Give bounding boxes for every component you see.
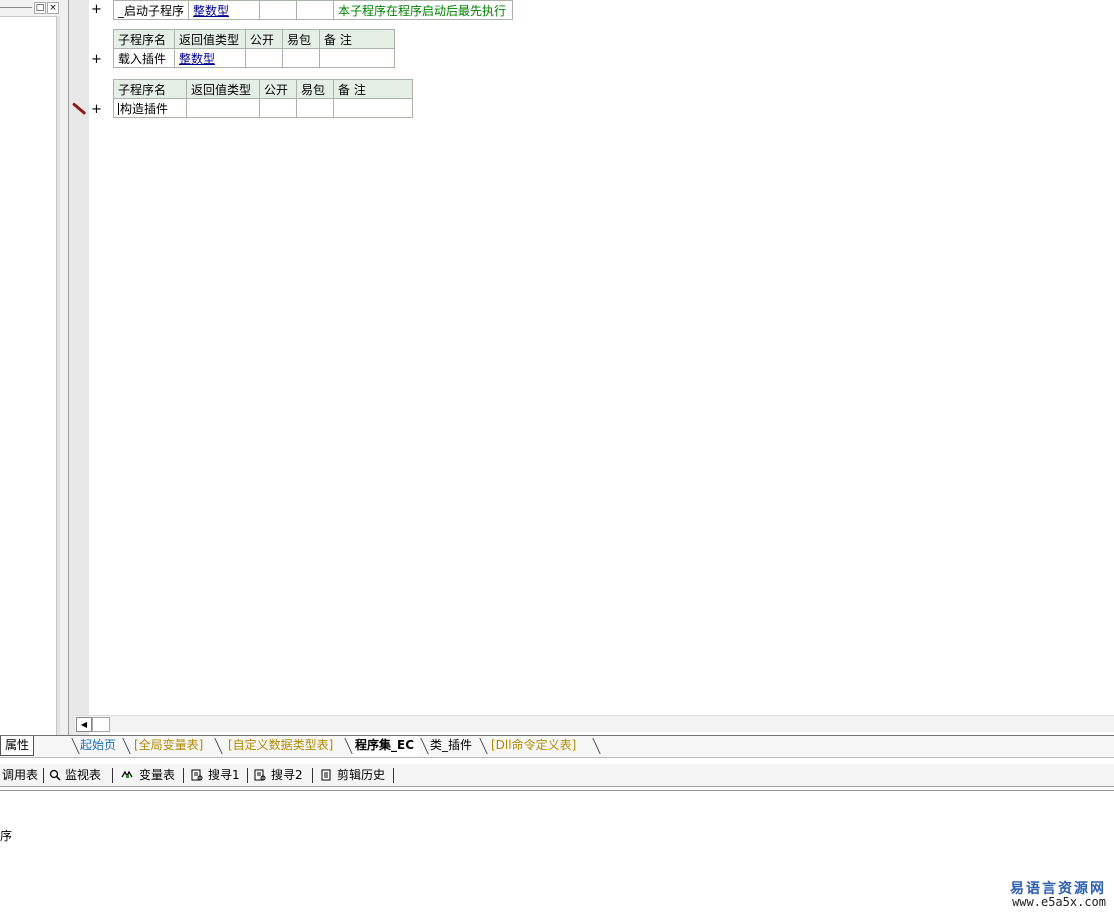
left-panel-titlebar: □ × xyxy=(0,0,60,17)
public-cell[interactable] xyxy=(259,98,297,118)
close-icon[interactable]: × xyxy=(47,2,59,14)
subroutine-table: 子程序名 返回值类型 公开 易包 备 注 载入插件 整数型 xyxy=(113,29,395,68)
splitter[interactable] xyxy=(60,0,68,735)
epackage-cell[interactable] xyxy=(296,0,335,20)
editor-tab-bar: 属性 起始页 [全局变量表] [自定义数据类型表] 程序集_EC 类_插件 [D… xyxy=(0,735,1114,758)
tool-tab-search2[interactable]: 搜寻2 xyxy=(253,764,303,786)
subroutine-table: 子程序名 返回值类型 公开 易包 备 注 构造插件 xyxy=(113,79,413,118)
remark-cell[interactable] xyxy=(333,98,413,118)
text-cursor xyxy=(118,103,119,115)
expand-icon[interactable]: + xyxy=(91,53,102,67)
column-header: 备 注 xyxy=(319,29,395,49)
scroll-thumb[interactable] xyxy=(92,717,110,732)
magnifier-icon xyxy=(49,769,61,781)
search-doc-icon xyxy=(191,769,203,781)
search-doc-icon xyxy=(254,769,266,781)
tab-custom-types[interactable]: [自定义数据类型表] xyxy=(224,736,337,756)
subroutine-name-cell[interactable]: 构造插件 xyxy=(113,98,187,118)
column-header: 子程序名 xyxy=(113,79,187,99)
horizontal-scrollbar[interactable]: ◀ xyxy=(75,715,1114,732)
column-header: 公开 xyxy=(245,29,283,49)
subroutine-name-text: 构造插件 xyxy=(120,101,169,116)
watermark-url: www.e5a5x.com xyxy=(1012,895,1106,909)
tab-divider xyxy=(206,738,223,754)
scroll-left-icon[interactable]: ◀ xyxy=(76,717,92,732)
tab-assembly-ec[interactable]: 程序集_EC xyxy=(351,736,419,756)
column-header: 公开 xyxy=(259,79,297,99)
tab-class-plugin[interactable]: 类_插件 xyxy=(426,736,476,756)
return-type-cell[interactable] xyxy=(186,98,260,118)
tool-tab-search1[interactable]: 搜寻1 xyxy=(190,764,240,786)
epackage-cell[interactable] xyxy=(282,48,320,68)
left-panel: □ × xyxy=(0,0,60,735)
subroutine-name-cell[interactable]: 载入插件 xyxy=(113,48,175,68)
return-type-cell[interactable]: 整数型 xyxy=(174,48,246,68)
remark-cell[interactable]: 本子程序在程序启动后最先执行 xyxy=(333,0,514,20)
tab-divider xyxy=(584,738,601,754)
tool-tab-clip-history[interactable]: 剪辑历史 xyxy=(319,764,385,786)
output-panel: 序 xyxy=(0,790,1114,916)
pin-icon[interactable]: □ xyxy=(34,2,46,14)
epackage-cell[interactable] xyxy=(296,98,334,118)
tool-tab-bar: 调用表 监视表 变量表 搜寻1 搜寻2 剪辑历史 xyxy=(0,764,1114,787)
public-cell[interactable] xyxy=(245,48,283,68)
table-header-row: 子程序名 返回值类型 公开 易包 备 注 xyxy=(113,29,395,49)
clipboard-icon xyxy=(321,769,331,781)
tool-tab-call-table[interactable]: 调用表 xyxy=(2,764,38,786)
tab-start-page[interactable]: 起始页 xyxy=(76,736,120,756)
tool-tab-label: 搜寻2 xyxy=(271,768,303,782)
column-header: 子程序名 xyxy=(113,29,175,49)
tool-tab-variable-table[interactable]: 变量表 xyxy=(119,764,175,786)
subroutine-name-cell[interactable]: _启动子程序 xyxy=(112,0,190,20)
expand-icon[interactable]: + xyxy=(91,103,102,117)
tool-tab-label: 搜寻1 xyxy=(208,768,240,782)
public-cell[interactable] xyxy=(259,0,298,20)
variables-icon xyxy=(121,770,133,778)
tab-dll-commands[interactable]: [Dll命令定义表] xyxy=(487,736,580,756)
column-header: 易包 xyxy=(296,79,334,99)
remark-cell[interactable] xyxy=(319,48,395,68)
column-header: 返回值类型 xyxy=(186,79,260,99)
tool-tab-label: 剪辑历史 xyxy=(337,768,386,782)
subroutine-table: _启动子程序 整数型 本子程序在程序启动后最先执行 xyxy=(112,0,514,20)
table-header-row: 子程序名 返回值类型 公开 易包 备 注 xyxy=(113,79,413,99)
column-header: 易包 xyxy=(282,29,320,49)
table-row: 构造插件 xyxy=(113,98,413,118)
column-header: 备 注 xyxy=(333,79,413,99)
tool-tab-label: 变量表 xyxy=(139,768,176,782)
return-type-cell[interactable]: 整数型 xyxy=(188,0,261,20)
column-header: 返回值类型 xyxy=(174,29,246,49)
tool-tab-label: 监视表 xyxy=(65,768,102,782)
tab-global-vars[interactable]: [全局变量表] xyxy=(130,736,207,756)
output-text: 序 xyxy=(0,829,13,843)
tab-properties[interactable]: 属性 xyxy=(0,736,35,756)
table-row: _启动子程序 整数型 本子程序在程序启动后最先执行 xyxy=(112,0,514,20)
tool-tab-label: 调用表 xyxy=(2,768,39,782)
table-row: 载入插件 整数型 xyxy=(113,48,395,68)
tool-tab-watch-table[interactable]: 监视表 xyxy=(49,764,101,786)
expand-icon[interactable]: + xyxy=(91,3,102,17)
